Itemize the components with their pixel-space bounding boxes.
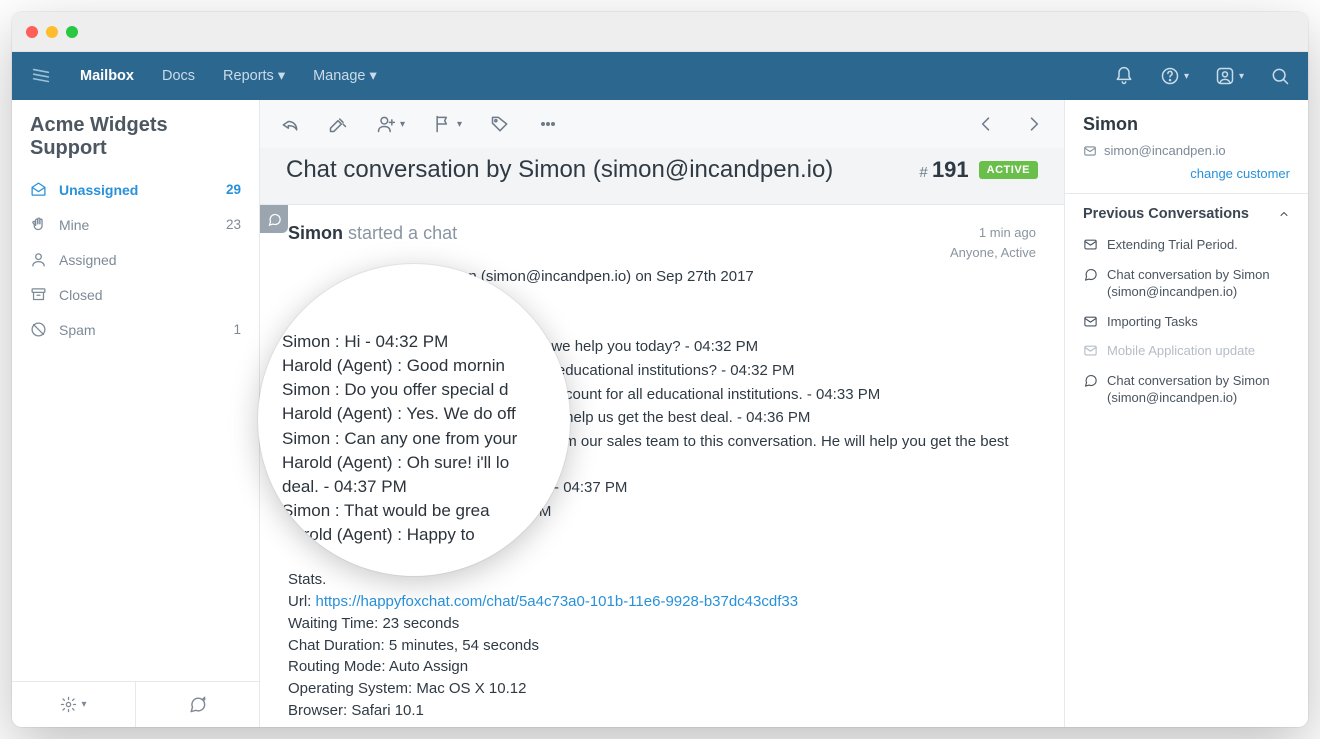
prev-convo-item[interactable]: Mobile Application update: [1065, 336, 1308, 366]
status-badge: ACTIVE: [979, 161, 1038, 179]
conversation-toolbar: ▾ ▾: [260, 100, 1064, 148]
mailbox-title: Acme Widgets Support: [12, 100, 259, 172]
status-icon[interactable]: ▾: [433, 114, 462, 134]
magnifier-overlay: Simon : Hi - 04:32 PM Harold (Agent) : G…: [258, 264, 570, 576]
envelope-icon: [1083, 144, 1097, 158]
conversation-header: Chat conversation by Simon (simon@incand…: [260, 148, 1064, 204]
search-icon[interactable]: [1270, 66, 1290, 86]
customer-panel: Simon simon@incandpen.io change customer…: [1064, 100, 1308, 727]
prev-conversation-icon[interactable]: [976, 114, 996, 134]
sidebar-item-assigned[interactable]: Assigned: [12, 242, 259, 277]
help-icon[interactable]: ▾: [1160, 66, 1189, 86]
chat-url-link[interactable]: https://happyfoxchat.com/chat/5a4c73a0-1…: [316, 593, 799, 610]
customer-name: Simon: [1083, 114, 1290, 135]
inbox-open-icon: [30, 181, 47, 198]
app-window: Mailbox Docs Reports▾ Manage▾ ▾ ▾ Acme W: [12, 12, 1308, 727]
sidebar-new-ticket-button[interactable]: [136, 682, 259, 727]
archive-icon: [30, 286, 47, 303]
chat-status-line: Anyone, Active: [950, 243, 1036, 263]
chat-icon: [1083, 372, 1098, 388]
new-chat-icon: [188, 695, 207, 714]
sidebar-item-closed[interactable]: Closed: [12, 277, 259, 312]
nav-docs[interactable]: Docs: [162, 68, 195, 84]
tag-icon[interactable]: [490, 114, 510, 134]
chat-time-ago: 1 min ago: [950, 223, 1036, 243]
conversation-id: # 191: [919, 157, 968, 183]
mac-titlebar: [12, 12, 1308, 52]
reply-icon[interactable]: [280, 114, 300, 134]
nav-mailbox[interactable]: Mailbox: [80, 68, 134, 84]
envelope-icon: [1083, 342, 1098, 358]
note-icon[interactable]: [328, 114, 348, 134]
brand-icon: [30, 65, 52, 87]
chat-icon: [1083, 266, 1098, 282]
zoom-window-button[interactable]: [66, 26, 78, 38]
prev-convo-item[interactable]: Extending Trial Period.: [1065, 230, 1308, 260]
sidebar-item-spam[interactable]: Spam 1: [12, 312, 259, 347]
customer-email-row: simon@incandpen.io: [1065, 139, 1308, 160]
gear-icon: [60, 696, 77, 713]
change-customer-link[interactable]: change customer: [1065, 160, 1308, 193]
chat-started-by: Simon started a chat: [288, 223, 457, 244]
sidebar: Acme Widgets Support Unassigned 29 Mine …: [12, 100, 260, 727]
chevron-up-icon: [1278, 208, 1290, 220]
minimize-window-button[interactable]: [46, 26, 58, 38]
prev-convo-item[interactable]: Importing Tasks: [1065, 307, 1308, 337]
conversation-title: Chat conversation by Simon (simon@incand…: [286, 156, 833, 184]
prev-convo-item[interactable]: Chat conversation by Simon (simon@incand…: [1065, 366, 1308, 413]
nav-reports[interactable]: Reports▾: [223, 68, 285, 84]
user-icon: [30, 251, 47, 268]
chat-tab-icon: [260, 205, 288, 233]
envelope-icon: [1083, 236, 1098, 252]
prev-convo-item[interactable]: Chat conversation by Simon (simon@incand…: [1065, 260, 1308, 307]
close-window-button[interactable]: [26, 26, 38, 38]
chat-stats: Stats. Url: https://happyfoxchat.com/cha…: [260, 563, 1064, 727]
top-nav: Mailbox Docs Reports▾ Manage▾ ▾ ▾: [12, 52, 1308, 100]
profile-icon[interactable]: ▾: [1215, 66, 1244, 86]
more-icon[interactable]: [538, 114, 558, 134]
sidebar-item-mine[interactable]: Mine 23: [12, 207, 259, 242]
next-conversation-icon[interactable]: [1024, 114, 1044, 134]
assign-icon[interactable]: ▾: [376, 114, 405, 134]
previous-conversations-header[interactable]: Previous Conversations: [1065, 194, 1308, 230]
nav-manage[interactable]: Manage▾: [313, 68, 377, 84]
envelope-icon: [1083, 313, 1098, 329]
sidebar-settings-button[interactable]: ▾: [12, 682, 136, 727]
sidebar-item-unassigned[interactable]: Unassigned 29: [12, 172, 259, 207]
hand-icon: [30, 216, 47, 233]
block-icon: [30, 321, 47, 338]
notifications-icon[interactable]: [1114, 66, 1134, 86]
